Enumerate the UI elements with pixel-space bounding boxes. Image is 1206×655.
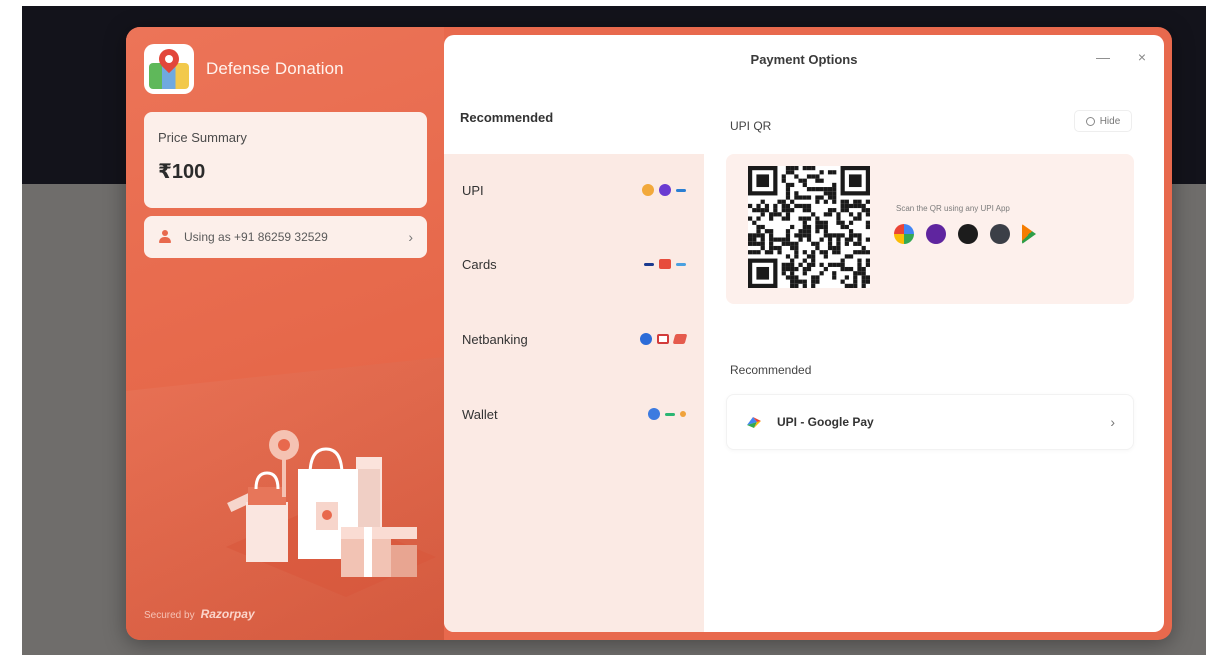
- method-label: UPI: [462, 182, 484, 198]
- upi-qr-title: UPI QR: [730, 119, 772, 133]
- app-icon: [990, 224, 1010, 244]
- phonepe-icon: [926, 224, 946, 244]
- chevron-right-icon: ›: [1110, 414, 1115, 430]
- secured-by-text: Secured by: [144, 610, 195, 621]
- recommended-label: UPI - Google Pay: [777, 415, 874, 429]
- payment-panel: Payment Options — × Recommended UPI Card…: [444, 35, 1164, 632]
- bank-icon: [640, 333, 652, 345]
- price-summary-card: Price Summary ₹100: [144, 112, 427, 208]
- payment-content: UPI QR Hide Scan the QR using any UPI Ap…: [724, 87, 1144, 632]
- timer-icon: [1085, 116, 1095, 126]
- gpay-icon: [745, 415, 763, 429]
- methods-list: UPI Cards Netbanking Wallet: [444, 154, 704, 632]
- panel-title: Payment Options: [750, 52, 858, 67]
- brand-name: Defense Donation: [206, 59, 344, 78]
- price-amount: ₹100: [158, 161, 206, 183]
- bank-icon: [672, 334, 688, 344]
- paytm-icon: [676, 189, 686, 192]
- visa-icon: [644, 263, 654, 266]
- bhim-icon: [1022, 224, 1036, 244]
- app-icon: [958, 224, 978, 244]
- bank-icon: [657, 334, 669, 344]
- upi-apps: [894, 224, 1036, 244]
- method-label: Netbanking: [462, 331, 528, 347]
- mastercard-icon: [659, 259, 671, 269]
- gpay-icon: [642, 184, 654, 196]
- method-cards[interactable]: Cards: [444, 234, 704, 294]
- shopping-illustration: [226, 430, 436, 597]
- wallet-icon: [680, 411, 686, 417]
- qr-code[interactable]: [748, 166, 870, 288]
- method-netbanking[interactable]: Netbanking: [444, 309, 704, 369]
- method-icons: [648, 408, 686, 420]
- panel-header: Payment Options — ×: [444, 35, 1164, 87]
- payment-methods: Recommended UPI Cards Netbanking Wallet: [444, 87, 704, 632]
- user-icon: [158, 230, 172, 244]
- razorpay-logo: Razorpay: [200, 607, 255, 621]
- price-summary-label: Price Summary: [158, 130, 247, 145]
- method-icons: [640, 333, 688, 345]
- close-button[interactable]: ×: [1138, 49, 1146, 65]
- hide-qr-label: Hide: [1099, 115, 1121, 127]
- brand: Defense Donation: [144, 44, 344, 94]
- method-icons: [644, 259, 686, 269]
- chevron-right-icon: ›: [408, 229, 413, 245]
- summary-panel: Defense Donation Price Summary ₹100 Usin…: [126, 27, 444, 640]
- methods-title: Recommended: [460, 110, 554, 125]
- recommended-gpay[interactable]: UPI - Google Pay ›: [726, 394, 1134, 450]
- method-label: Wallet: [462, 406, 498, 422]
- wallet-icon: [665, 413, 675, 416]
- checkout-modal: Defense Donation Price Summary ₹100 Usin…: [126, 27, 1172, 640]
- brand-logo-icon: [144, 44, 194, 94]
- scan-instruction: Scan the QR using any UPI App: [896, 204, 1010, 213]
- secured-by: Secured by Razorpay: [144, 607, 255, 621]
- minimize-button[interactable]: —: [1096, 49, 1110, 65]
- wallet-icon: [648, 408, 660, 420]
- method-label: Cards: [462, 256, 497, 272]
- qr-section: Scan the QR using any UPI App: [726, 154, 1134, 304]
- rupay-icon: [676, 263, 686, 266]
- gpay-icon: [894, 224, 914, 244]
- method-wallet[interactable]: Wallet: [444, 384, 704, 444]
- contact-text: Using as +91 86259 32529: [184, 230, 328, 244]
- contact-row[interactable]: Using as +91 86259 32529 ›: [144, 216, 427, 258]
- method-upi[interactable]: UPI: [444, 160, 704, 220]
- method-icons: [642, 184, 686, 196]
- hide-qr-button[interactable]: Hide: [1074, 110, 1132, 132]
- recommended-title: Recommended: [730, 363, 812, 377]
- phonepe-icon: [659, 184, 671, 196]
